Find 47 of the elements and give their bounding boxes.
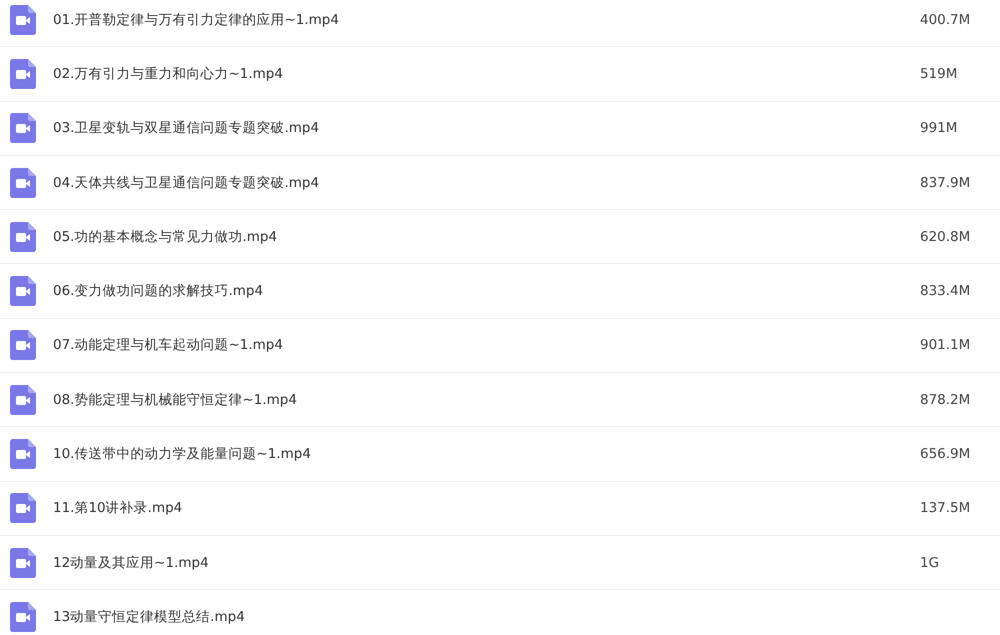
file-name: 05.功的基本概念与常见力做功.mp4 xyxy=(53,228,278,246)
file-size: 656.9M xyxy=(920,446,970,462)
video-file-icon xyxy=(10,493,36,524)
file-size: 991M xyxy=(920,120,958,136)
file-size: 137.5M xyxy=(920,500,970,516)
video-file-icon xyxy=(10,168,36,198)
file-size: 837.9M xyxy=(920,174,970,191)
file-size: 878.2M xyxy=(920,392,970,408)
file-row[interactable]: 08.势能定理与机械能守恒定律~1.mp4 878.2M xyxy=(0,373,1000,428)
video-file-icon xyxy=(10,113,36,144)
video-file-icon xyxy=(10,222,36,252)
file-size: 833.4M xyxy=(920,283,970,300)
file-row[interactable]: 02.万有引力与重力和向心力~1.mp4 519M xyxy=(0,47,1000,102)
file-name: 03.卫星变轨与双星通信问题专题突破.mp4 xyxy=(53,119,320,138)
file-row[interactable]: 01.开普勒定律与万有引力定律的应用~1.mp4 400.7M xyxy=(0,0,1000,48)
file-name: 02.万有引力与重力和向心力~1.mp4 xyxy=(53,64,284,83)
file-size: 620.8M xyxy=(920,228,970,245)
file-name: 06.变力做功问题的求解技巧.mp4 xyxy=(53,282,264,300)
file-size: 1G xyxy=(920,554,940,571)
video-file-icon xyxy=(10,4,36,35)
file-name: 04.天体共线与卫星通信问题专题突破.mp4 xyxy=(53,174,320,192)
file-row[interactable]: 03.卫星变轨与双星通信问题专题突破.mp4 991M xyxy=(0,102,1000,156)
video-file-icon xyxy=(10,58,36,89)
file-row[interactable]: 11.第10讲补录.mp4 137.5M xyxy=(0,482,1000,536)
file-name: 13动量守恒定律模型总结.mp4 xyxy=(53,608,246,626)
file-name: 07.动能定理与机车起动问题~1.mp4 xyxy=(53,336,284,354)
file-name: 01.开普勒定律与万有引力定律的应用~1.mp4 xyxy=(53,10,340,29)
video-file-icon xyxy=(10,276,36,306)
video-file-icon xyxy=(10,602,36,632)
file-row[interactable]: 07.动能定理与机车起动问题~1.mp4 901.1M xyxy=(0,318,1000,374)
file-row[interactable]: 05.功的基本概念与常见力做功.mp4 620.8M xyxy=(0,210,1000,264)
file-size: 519M xyxy=(920,66,958,82)
file-name: 12动量及其应用~1.mp4 xyxy=(53,554,210,572)
video-file-icon xyxy=(10,548,36,578)
file-name: 10.传送带中的动力学及能量问题~1.mp4 xyxy=(53,445,312,464)
file-row[interactable]: 13动量守恒定律模型总结.mp4 xyxy=(0,590,1000,635)
video-file-icon xyxy=(10,330,36,360)
file-row[interactable]: 04.天体共线与卫星通信问题专题突破.mp4 837.9M xyxy=(0,156,1000,210)
file-row[interactable]: 06.变力做功问题的求解技巧.mp4 833.4M xyxy=(0,264,1000,319)
file-row[interactable]: 10.传送带中的动力学及能量问题~1.mp4 656.9M xyxy=(0,427,1000,482)
video-file-icon xyxy=(10,439,36,470)
file-size: 400.7M xyxy=(920,12,970,28)
file-name: 08.势能定理与机械能守恒定律~1.mp4 xyxy=(53,390,298,409)
file-size: 901.1M xyxy=(920,337,970,354)
video-file-icon xyxy=(10,384,36,415)
file-row[interactable]: 12动量及其应用~1.mp4 1G xyxy=(0,536,1000,590)
file-name: 11.第10讲补录.mp4 xyxy=(53,499,184,518)
